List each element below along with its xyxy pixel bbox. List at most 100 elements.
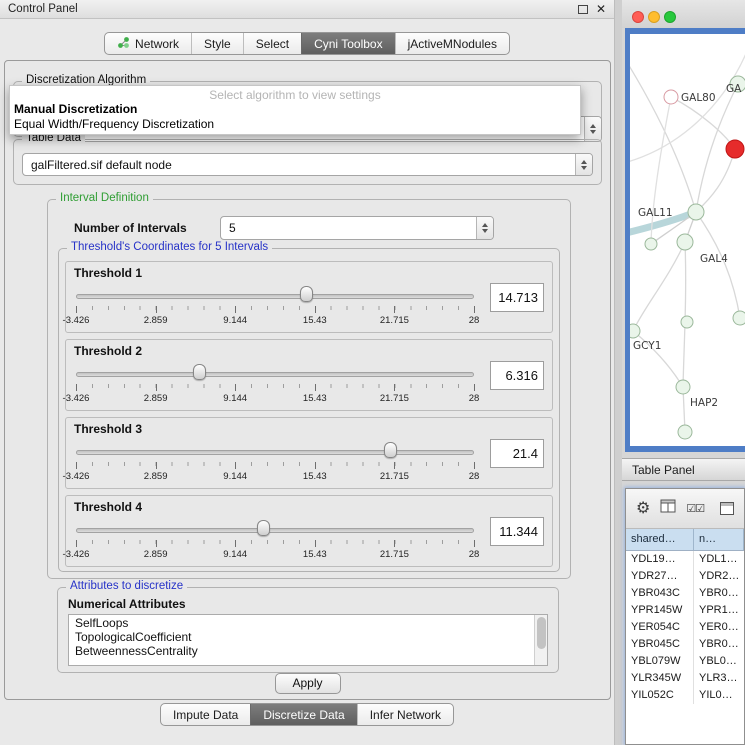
table-cell[interactable]: YIL0…: [694, 687, 744, 704]
table-row[interactable]: YBR043CYBR0…: [626, 585, 744, 602]
table-cell[interactable]: YDR27…: [626, 568, 694, 585]
network-edge[interactable]: [683, 242, 686, 387]
float-window-icon[interactable]: [578, 5, 588, 14]
tick-label: 15.43: [303, 393, 327, 404]
threshold-3-slider[interactable]: -3.4262.8599.14415.4321.71528: [76, 440, 474, 486]
close-icon[interactable]: ✕: [596, 4, 606, 14]
threshold-2-slider[interactable]: -3.4262.8599.14415.4321.71528: [76, 362, 474, 408]
slider-thumb[interactable]: [257, 520, 270, 536]
table-row[interactable]: YPR145WYPR1…: [626, 602, 744, 619]
thresholds-group: Threshold's Coordinates for 5 Intervals …: [58, 248, 560, 572]
tick-mark: [235, 306, 236, 313]
tab-style[interactable]: Style: [191, 33, 243, 54]
threshold-2-value-field[interactable]: 6.316: [490, 361, 544, 390]
table-data-combobox[interactable]: galFiltered.sif default node: [22, 153, 593, 176]
table-cell[interactable]: YDL1…: [694, 551, 744, 568]
table-cell[interactable]: YBR0…: [694, 636, 744, 653]
network-edge[interactable]: [633, 242, 685, 331]
slider-track[interactable]: [76, 372, 474, 377]
list-item[interactable]: BetweennessCentrality: [69, 643, 547, 657]
network-node[interactable]: [726, 140, 744, 158]
stepper-icon[interactable]: [476, 217, 493, 239]
network-canvas[interactable]: GAL80GAGAL11GAL4GCY1HAP2: [630, 34, 745, 446]
thresholds-group-title: Threshold's Coordinates for 5 Intervals: [67, 241, 272, 253]
apply-button[interactable]: Apply: [275, 673, 341, 694]
number-of-intervals-value: 5: [221, 221, 476, 235]
stepper-icon[interactable]: [575, 154, 592, 175]
network-edge[interactable]: [630, 59, 696, 212]
numerical-attributes-list[interactable]: SelfLoopsTopologicalCoefficientBetweenne…: [68, 614, 548, 666]
table-cell[interactable]: YIL052C: [626, 687, 694, 704]
list-scrollbar[interactable]: [534, 615, 547, 665]
threshold-1-value-field[interactable]: 14.713: [490, 283, 544, 312]
number-of-intervals-combobox[interactable]: 5: [220, 216, 494, 240]
slider-thumb[interactable]: [193, 364, 206, 380]
column-selector-icon[interactable]: [660, 499, 676, 518]
table-cell[interactable]: YDL19…: [626, 551, 694, 568]
tab-discretize-data[interactable]: Discretize Data: [250, 704, 356, 725]
slider-thumb[interactable]: [300, 286, 313, 302]
tab-jactivemnodules[interactable]: jActiveMNodules: [395, 33, 509, 54]
algorithm-option-manual[interactable]: Manual Discretization: [10, 102, 580, 117]
tab-cyni-toolbox[interactable]: Cyni Toolbox: [301, 33, 394, 54]
network-node[interactable]: [681, 316, 693, 328]
table-cell[interactable]: YBR0…: [694, 585, 744, 602]
tab-infer-network[interactable]: Infer Network: [357, 704, 453, 725]
table-row[interactable]: YBL079WYBL0…: [626, 653, 744, 670]
table-cell[interactable]: YER054C: [626, 619, 694, 636]
column-header-name[interactable]: n…: [694, 529, 744, 550]
close-traffic-light-icon[interactable]: [632, 11, 644, 23]
select-all-checkboxes-icon[interactable]: ☑☑: [686, 502, 704, 515]
list-item[interactable]: SelfLoops: [69, 615, 547, 629]
settings-gear-icon[interactable]: ⚙: [636, 501, 650, 517]
slider-track[interactable]: [76, 294, 474, 299]
tick-mark: [474, 384, 475, 391]
threshold-4-value-field[interactable]: 11.344: [490, 517, 544, 546]
slider-track[interactable]: [76, 450, 474, 455]
table-cell[interactable]: YLR3…: [694, 670, 744, 687]
table-row[interactable]: YBR045CYBR0…: [626, 636, 744, 653]
network-edge[interactable]: [696, 212, 740, 318]
list-item[interactable]: TopologicalCoefficient: [69, 629, 547, 643]
scrollbar-thumb[interactable]: [537, 617, 546, 649]
network-node[interactable]: [676, 380, 690, 394]
table-row[interactable]: YDL19…YDL1…: [626, 551, 744, 568]
table-cell[interactable]: YBR045C: [626, 636, 694, 653]
table-options-icon[interactable]: [720, 502, 734, 515]
algorithm-option-equal-width[interactable]: Equal Width/Frequency Discretization: [10, 117, 580, 132]
slider-thumb[interactable]: [384, 442, 397, 458]
table-cell[interactable]: YLR345W: [626, 670, 694, 687]
table-cell[interactable]: YPR1…: [694, 602, 744, 619]
slider-track[interactable]: [76, 528, 474, 533]
table-cell[interactable]: YBR043C: [626, 585, 694, 602]
tab-network[interactable]: Network: [105, 33, 191, 54]
network-node[interactable]: [733, 311, 745, 325]
table-cell[interactable]: YER0…: [694, 619, 744, 636]
column-header-shared-name[interactable]: shared…: [626, 529, 694, 550]
threshold-4-slider[interactable]: -3.4262.8599.14415.4321.71528: [76, 518, 474, 564]
table-row[interactable]: YLR345WYLR3…: [626, 670, 744, 687]
network-edge[interactable]: [671, 97, 735, 149]
table-cell[interactable]: YBL0…: [694, 653, 744, 670]
table-row[interactable]: YIL052CYIL0…: [626, 687, 744, 704]
table-cell[interactable]: YBL079W: [626, 653, 694, 670]
table-row[interactable]: YER054CYER0…: [626, 619, 744, 636]
network-node[interactable]: [664, 90, 678, 104]
network-node[interactable]: [677, 234, 693, 250]
zoom-traffic-light-icon[interactable]: [664, 11, 676, 23]
table-cell[interactable]: YDR2…: [694, 568, 744, 585]
tick-mark: [315, 306, 316, 313]
network-node[interactable]: [678, 425, 692, 439]
tick-label: 28: [469, 471, 480, 482]
tab-select[interactable]: Select: [243, 33, 301, 54]
table-cell[interactable]: YPR145W: [626, 602, 694, 619]
network-node[interactable]: [630, 324, 640, 338]
threshold-3-value-field[interactable]: 21.4: [490, 439, 544, 468]
threshold-1-slider[interactable]: -3.4262.8599.14415.4321.71528: [76, 284, 474, 330]
network-node[interactable]: [688, 204, 704, 220]
stepper-icon[interactable]: [584, 117, 601, 141]
tab-impute-data[interactable]: Impute Data: [161, 704, 250, 725]
network-node[interactable]: [645, 238, 657, 250]
minimize-traffic-light-icon[interactable]: [648, 11, 660, 23]
table-row[interactable]: YDR27…YDR2…: [626, 568, 744, 585]
